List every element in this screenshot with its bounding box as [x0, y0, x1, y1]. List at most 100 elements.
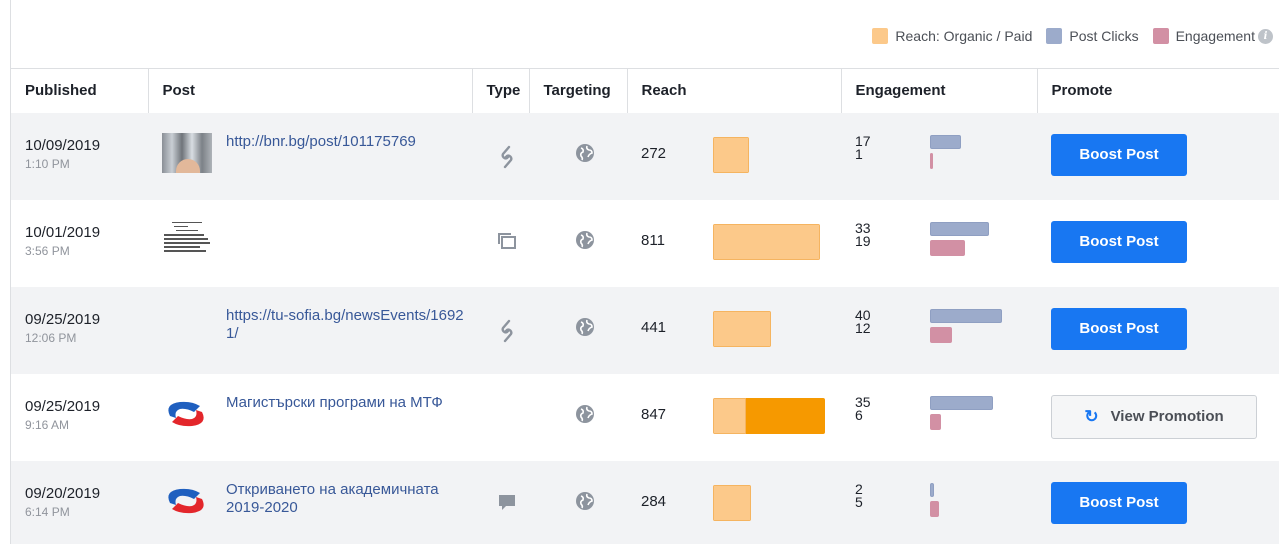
post-cell: https://tu-sofia.bg/newsEvents/16921/	[148, 286, 472, 374]
boost-post-button[interactable]: Boost Post	[1051, 481, 1187, 524]
legend-reach: Reach: Organic / Paid	[872, 28, 1032, 44]
view-promotion-label: View Promotion	[1110, 408, 1224, 425]
table-row: 10/09/2019 1:10 PM http://bnr.bg/post/10…	[11, 112, 1279, 200]
reach-value: 272	[641, 144, 667, 162]
reach-paid-bar	[746, 397, 825, 434]
post-clicks-bar[interactable]	[930, 134, 961, 149]
table-row: 10/01/2019 3:56 PM 811 33 19 Boost Post	[11, 199, 1279, 287]
post-clicks-value: 17	[855, 132, 871, 149]
boost-post-button[interactable]: Boost Post	[1051, 133, 1187, 176]
engagement-cell: 33 19	[841, 199, 1037, 287]
page-logo-thumbnail[interactable]	[162, 394, 212, 434]
post-clicks-bar[interactable]	[930, 308, 1002, 323]
link-icon	[496, 317, 529, 348]
info-icon[interactable]: i	[1258, 28, 1273, 44]
reach-cell: 284	[627, 460, 841, 544]
engagement-bar[interactable]	[930, 500, 939, 517]
reach-bar[interactable]	[713, 136, 749, 173]
targeting-cell	[529, 112, 627, 200]
published-date: 09/20/2019	[25, 484, 101, 502]
engagement-value: 1	[855, 145, 863, 162]
link-icon	[496, 143, 529, 174]
engagement-cell: 17 1	[841, 112, 1037, 200]
published-date: 09/25/2019	[25, 397, 101, 415]
posts-table: Published Post Type Targeting Reach Enga…	[11, 68, 1279, 544]
view-promotion-button[interactable]: ↻ View Promotion	[1051, 394, 1257, 439]
engagement-bar[interactable]	[930, 239, 965, 256]
header-engagement[interactable]: Engagement	[841, 68, 1038, 113]
published-time: 12:06 PM	[25, 330, 77, 345]
globe-icon	[575, 317, 627, 340]
legend-clicks-label: Post Clicks	[1069, 28, 1139, 44]
globe-icon	[575, 491, 627, 514]
post-clicks-value: 2	[855, 480, 863, 497]
promote-cell: ↻ View Promotion	[1037, 373, 1279, 461]
published-time: 1:10 PM	[25, 156, 70, 171]
published-cell: 09/20/2019 6:14 PM	[11, 460, 148, 544]
reach-organic-bar	[713, 484, 751, 521]
engagement-value: 19	[855, 232, 871, 249]
header-targeting[interactable]: Targeting	[529, 68, 628, 113]
targeting-cell	[529, 373, 627, 461]
reach-cell: 811	[627, 199, 841, 287]
post-thumbnail[interactable]	[162, 219, 212, 260]
post-link[interactable]: Магистърски програми на МТФ	[226, 394, 443, 412]
legend-reach-swatch	[872, 28, 889, 44]
post-link[interactable]: https://tu-sofia.bg/newsEvents/16921/	[226, 307, 472, 343]
reach-bar[interactable]	[713, 310, 771, 347]
legend-reach-label: Reach: Organic / Paid	[895, 28, 1033, 44]
type-cell	[472, 112, 529, 200]
reach-bar[interactable]	[713, 397, 825, 434]
status-icon	[496, 491, 529, 516]
reach-organic-bar	[713, 136, 749, 173]
reach-organic-bar	[713, 397, 746, 434]
engagement-bar[interactable]	[930, 152, 933, 169]
post-clicks-bar[interactable]	[930, 221, 989, 236]
engagement-cell: 2 5	[841, 460, 1037, 544]
post-thumbnail[interactable]	[162, 132, 212, 173]
post-link[interactable]: http://bnr.bg/post/101175769	[226, 133, 416, 151]
promote-cell: Boost Post	[1037, 199, 1279, 287]
table-row: 09/25/2019 12:06 PM https://tu-sofia.bg/…	[11, 286, 1279, 374]
post-clicks-bar[interactable]	[930, 395, 993, 410]
table-header-row: Published Post Type Targeting Reach Enga…	[11, 68, 1279, 113]
reach-cell: 847	[627, 373, 841, 461]
boost-post-button[interactable]: Boost Post	[1051, 220, 1187, 263]
header-reach[interactable]: Reach	[627, 68, 842, 113]
legend-clicks-swatch	[1046, 28, 1063, 44]
header-published[interactable]: Published	[11, 68, 149, 113]
table-row: 09/25/2019 9:16 AM Магистърски програми …	[11, 373, 1279, 461]
published-cell: 10/09/2019 1:10 PM	[11, 112, 148, 200]
header-promote: Promote	[1037, 68, 1279, 113]
globe-icon	[575, 230, 627, 253]
published-time: 6:14 PM	[25, 504, 70, 519]
post-clicks-value: 35	[855, 393, 871, 410]
reach-cell: 441	[627, 286, 841, 374]
reach-bar[interactable]	[713, 223, 820, 260]
published-cell: 10/01/2019 3:56 PM	[11, 199, 148, 287]
boost-post-button[interactable]: Boost Post	[1051, 307, 1187, 350]
published-date: 09/25/2019	[25, 310, 101, 328]
header-type[interactable]: Type	[472, 68, 530, 113]
post-clicks-bar[interactable]	[930, 482, 934, 497]
engagement-cell: 40 12	[841, 286, 1037, 374]
header-post[interactable]: Post	[148, 68, 473, 113]
page-logo-thumbnail[interactable]	[162, 481, 212, 521]
engagement-value: 5	[855, 493, 863, 510]
chart-legend: Reach: Organic / Paid Post Clicks Engage…	[858, 28, 1273, 44]
engagement-bar[interactable]	[930, 413, 941, 430]
album-icon	[496, 230, 529, 255]
post-link[interactable]: Откриването на академичната 2019-2020	[226, 481, 472, 517]
published-cell: 09/25/2019 12:06 PM	[11, 286, 148, 374]
legend-engagement-swatch	[1152, 28, 1169, 44]
type-cell	[472, 286, 529, 374]
engagement-value: 12	[855, 319, 871, 336]
reach-value: 441	[641, 318, 667, 336]
legend-engagement: Engagement i	[1152, 28, 1273, 44]
legend-post-clicks: Post Clicks	[1046, 28, 1139, 44]
legend-engagement-label: Engagement	[1175, 28, 1255, 44]
reach-organic-bar	[713, 223, 820, 260]
engagement-bar[interactable]	[930, 326, 952, 343]
reach-bar[interactable]	[713, 484, 751, 521]
published-time: 9:16 AM	[25, 417, 70, 432]
